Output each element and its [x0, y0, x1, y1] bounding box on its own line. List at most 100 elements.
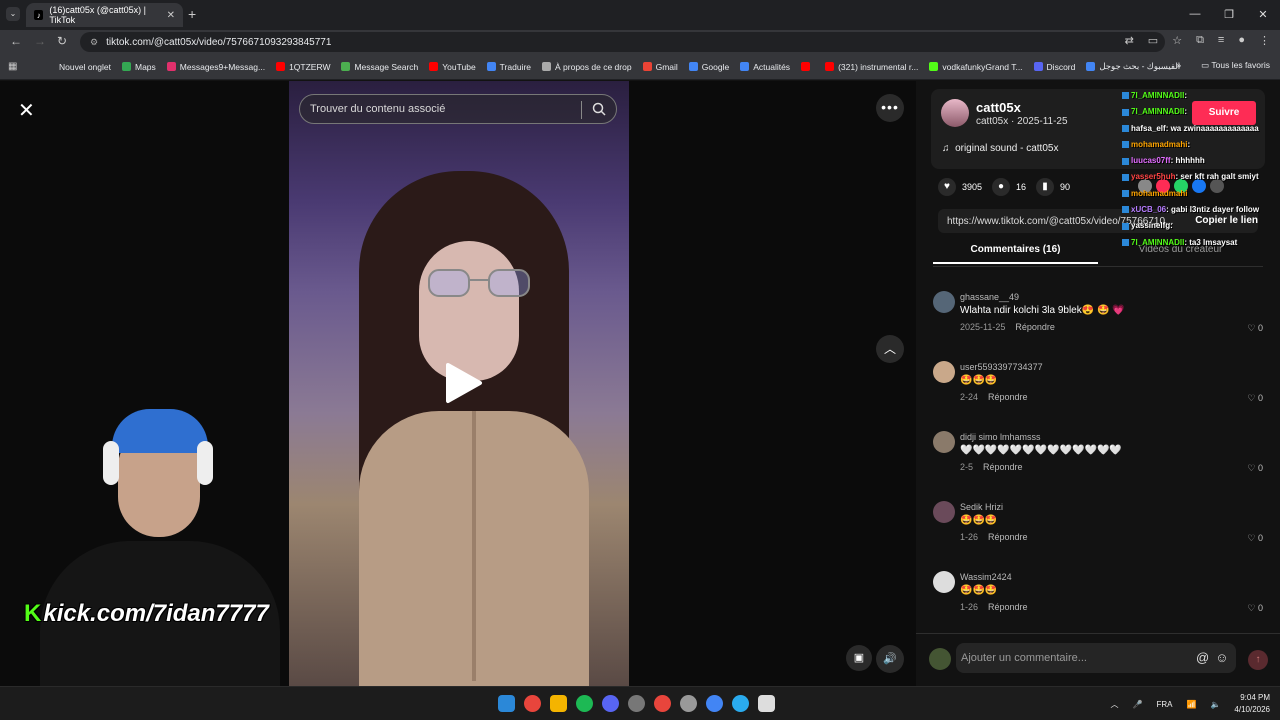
- bookmark-item[interactable]: vodkafunkyGrand T...: [929, 62, 1023, 72]
- send-comment-button[interactable]: ↑: [1248, 650, 1268, 670]
- chat-username[interactable]: mohamadmahi: [1131, 189, 1187, 198]
- commenter-avatar[interactable]: [933, 291, 955, 313]
- sound-label[interactable]: ♫ original sound - catt05x: [942, 143, 1058, 154]
- forward-button[interactable]: →: [34, 34, 46, 48]
- comment-like-button[interactable]: ♡ 0: [1247, 463, 1263, 474]
- commenter-name[interactable]: ghassane__49: [960, 292, 1019, 302]
- window-close-button[interactable]: ✕: [1246, 0, 1280, 28]
- menu-icon[interactable]: ⋮: [1259, 34, 1270, 47]
- back-button[interactable]: ←: [10, 34, 22, 48]
- site-info-icon[interactable]: ⚙: [90, 37, 98, 48]
- bookmark-item[interactable]: الفيسبوك - بحث جوجل: [1086, 61, 1180, 72]
- bookmark-item[interactable]: Discord: [1033, 62, 1075, 72]
- comment-like-button[interactable]: ♡ 0: [1247, 393, 1263, 404]
- chat-username[interactable]: 7I_AMINNADII: [1131, 91, 1184, 100]
- chrome-taskbar-icon[interactable]: [524, 695, 541, 712]
- reply-button[interactable]: Répondre: [988, 392, 1028, 402]
- new-tab-button[interactable]: +: [188, 6, 196, 22]
- commenter-avatar[interactable]: [933, 571, 955, 593]
- commenter-name[interactable]: Wassim2424: [960, 572, 1012, 582]
- search-icon[interactable]: [592, 102, 606, 116]
- app-icon[interactable]: [758, 695, 775, 712]
- tab-search-button[interactable]: ⌄: [6, 7, 20, 21]
- bookmark-item[interactable]: Maps: [121, 62, 156, 72]
- save-action[interactable]: ▮ 90: [1036, 178, 1070, 196]
- apps-grid-icon[interactable]: ▦: [8, 61, 20, 73]
- spotify-icon[interactable]: [576, 695, 593, 712]
- cast-icon[interactable]: ▭: [1148, 34, 1158, 47]
- microphone-icon[interactable]: 🎤: [1133, 700, 1143, 709]
- discord-taskbar-icon[interactable]: [602, 695, 619, 712]
- commenter-avatar[interactable]: [933, 361, 955, 383]
- comment-input[interactable]: Ajouter un commentaire...: [956, 643, 1236, 673]
- chrome-active-icon[interactable]: [706, 695, 723, 712]
- author-avatar[interactable]: [941, 99, 969, 127]
- reply-button[interactable]: Répondre: [1015, 322, 1055, 332]
- extensions-icon[interactable]: ⧉: [1196, 34, 1204, 47]
- bookmark-item[interactable]: YouTube: [429, 62, 476, 72]
- emoji-icon[interactable]: ☺: [1215, 650, 1228, 665]
- commenter-name[interactable]: user5593397734377: [960, 362, 1043, 372]
- bookmark-item[interactable]: [801, 62, 814, 71]
- commenter-name[interactable]: didji simo lmhamsss: [960, 432, 1041, 442]
- chat-username[interactable]: 7I_AMINNADII: [1131, 238, 1184, 247]
- bookmark-item[interactable]: Messages9+Messag...: [166, 62, 265, 72]
- language-indicator[interactable]: FRA: [1156, 700, 1172, 709]
- file-explorer-icon[interactable]: [550, 695, 567, 712]
- address-bar[interactable]: ⚙ tiktok.com/@catt05x/video/757667109329…: [80, 32, 1165, 52]
- clock[interactable]: 9:04 PM 4/10/2026: [1234, 692, 1270, 716]
- commenter-name[interactable]: Sedik Hrizi: [960, 502, 1003, 512]
- reply-button[interactable]: Répondre: [988, 532, 1028, 542]
- chat-username[interactable]: xUCB_06: [1131, 205, 1166, 214]
- bookmark-item[interactable]: Google: [688, 62, 729, 72]
- bookmark-item[interactable]: Nouvel onglet: [46, 62, 111, 72]
- chat-username[interactable]: yasser5huh: [1131, 172, 1175, 181]
- reply-button[interactable]: Répondre: [988, 602, 1028, 612]
- picture-in-picture-button[interactable]: ▣: [846, 645, 872, 671]
- translate-icon[interactable]: ⇄: [1125, 34, 1134, 47]
- more-options-button[interactable]: •••: [876, 94, 904, 122]
- tab-close-icon[interactable]: ✕: [167, 10, 175, 21]
- speaker-icon[interactable]: 🔈: [1210, 700, 1220, 709]
- wifi-icon[interactable]: 📶: [1186, 700, 1196, 709]
- reply-button[interactable]: Répondre: [983, 462, 1023, 472]
- volume-button[interactable]: 🔊: [876, 645, 904, 673]
- browser-tab[interactable]: ♪ (16)catt05x (@catt05x) | TikTok ✕: [26, 3, 183, 27]
- telegram-icon[interactable]: [732, 695, 749, 712]
- bookmark-star-icon[interactable]: ☆: [1172, 34, 1182, 47]
- bookmark-item[interactable]: À propos de ce drop: [542, 62, 632, 72]
- reload-button[interactable]: ↻: [57, 34, 67, 48]
- tray-chevron-icon[interactable]: ︿: [1111, 699, 1119, 710]
- close-video-button[interactable]: ✕: [18, 98, 35, 123]
- start-icon[interactable]: [498, 695, 515, 712]
- chat-username[interactable]: mohamadmahi: [1131, 140, 1187, 149]
- comment-like-button[interactable]: ♡ 0: [1247, 603, 1263, 614]
- previous-video-button[interactable]: ︿: [876, 335, 904, 363]
- bookmark-item[interactable]: Gmail: [642, 62, 678, 72]
- bookmark-item[interactable]: Traduire: [486, 62, 531, 72]
- commenter-avatar[interactable]: [933, 431, 955, 453]
- bookmark-item[interactable]: Actualités: [740, 62, 790, 72]
- profile-avatar[interactable]: ●: [1238, 34, 1245, 47]
- restore-button[interactable]: ❐: [1212, 0, 1246, 28]
- tab-comments[interactable]: Commentaires (16): [933, 244, 1098, 264]
- bookmark-item[interactable]: (321) instrumental r...: [825, 62, 918, 72]
- chat-username[interactable]: yassinelfg: [1131, 221, 1170, 230]
- settings-icon[interactable]: [680, 695, 697, 712]
- bookmark-item[interactable]: 1QTZERW: [276, 62, 330, 72]
- comment-like-button[interactable]: ♡ 0: [1247, 533, 1263, 544]
- bookmarks-overflow-icon[interactable]: »: [1176, 60, 1181, 71]
- all-bookmarks-button[interactable]: ▭ Tous les favoris: [1201, 60, 1270, 71]
- chrome-profile2-icon[interactable]: [654, 695, 671, 712]
- bookmark-item[interactable]: Message Search: [341, 62, 418, 72]
- related-search-input[interactable]: Trouver du contenu associé: [299, 94, 617, 124]
- mention-icon[interactable]: @: [1196, 650, 1209, 665]
- author-name[interactable]: catt05x: [976, 100, 1021, 115]
- chat-username[interactable]: luucas07ff: [1131, 156, 1171, 165]
- minimize-button[interactable]: —: [1178, 0, 1212, 28]
- media-icon[interactable]: ≡: [1218, 34, 1224, 47]
- commenter-avatar[interactable]: [933, 501, 955, 523]
- like-action[interactable]: ♥ 3905: [938, 178, 982, 196]
- comment-like-button[interactable]: ♡ 0: [1247, 323, 1263, 334]
- chat-username[interactable]: hafsa_elf: [1131, 124, 1166, 133]
